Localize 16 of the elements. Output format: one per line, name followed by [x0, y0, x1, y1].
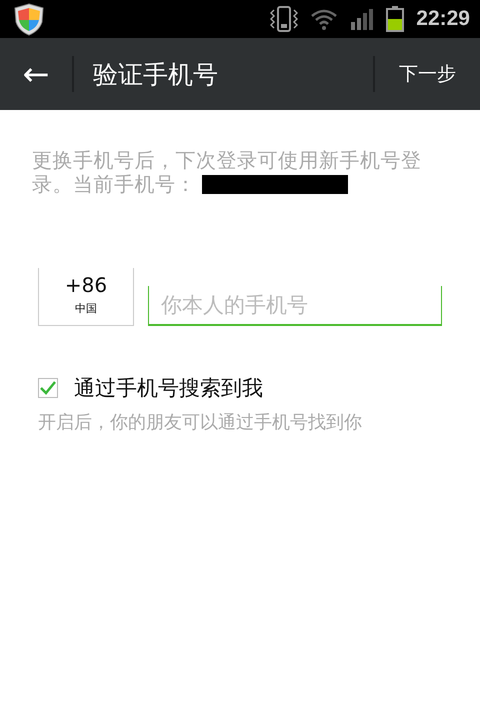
signal-icon — [350, 8, 374, 30]
phone-number-field[interactable]: 你本人的手机号 — [148, 286, 442, 326]
vibrate-icon — [270, 6, 298, 32]
intro-text: 更换手机号后，下次登录可使用新手机号登 — [32, 148, 422, 172]
battery-icon — [386, 6, 404, 32]
next-step-button[interactable]: 下一步 — [375, 38, 480, 110]
intro-text: 录。当前手机号： — [32, 172, 196, 196]
wifi-icon — [310, 8, 338, 30]
checkbox[interactable] — [38, 378, 58, 398]
clock-time: 22:29 — [416, 7, 470, 31]
back-button[interactable]: ← — [0, 38, 72, 110]
hint-text: 开启后，你的朋友可以通过手机号找到你 — [38, 411, 363, 434]
country-code-selector[interactable]: +86 中国 — [38, 268, 134, 326]
checkbox-label: 通过手机号搜索到我 — [74, 375, 263, 402]
shield-icon — [12, 2, 46, 36]
page-title: 验证手机号 — [93, 58, 219, 90]
